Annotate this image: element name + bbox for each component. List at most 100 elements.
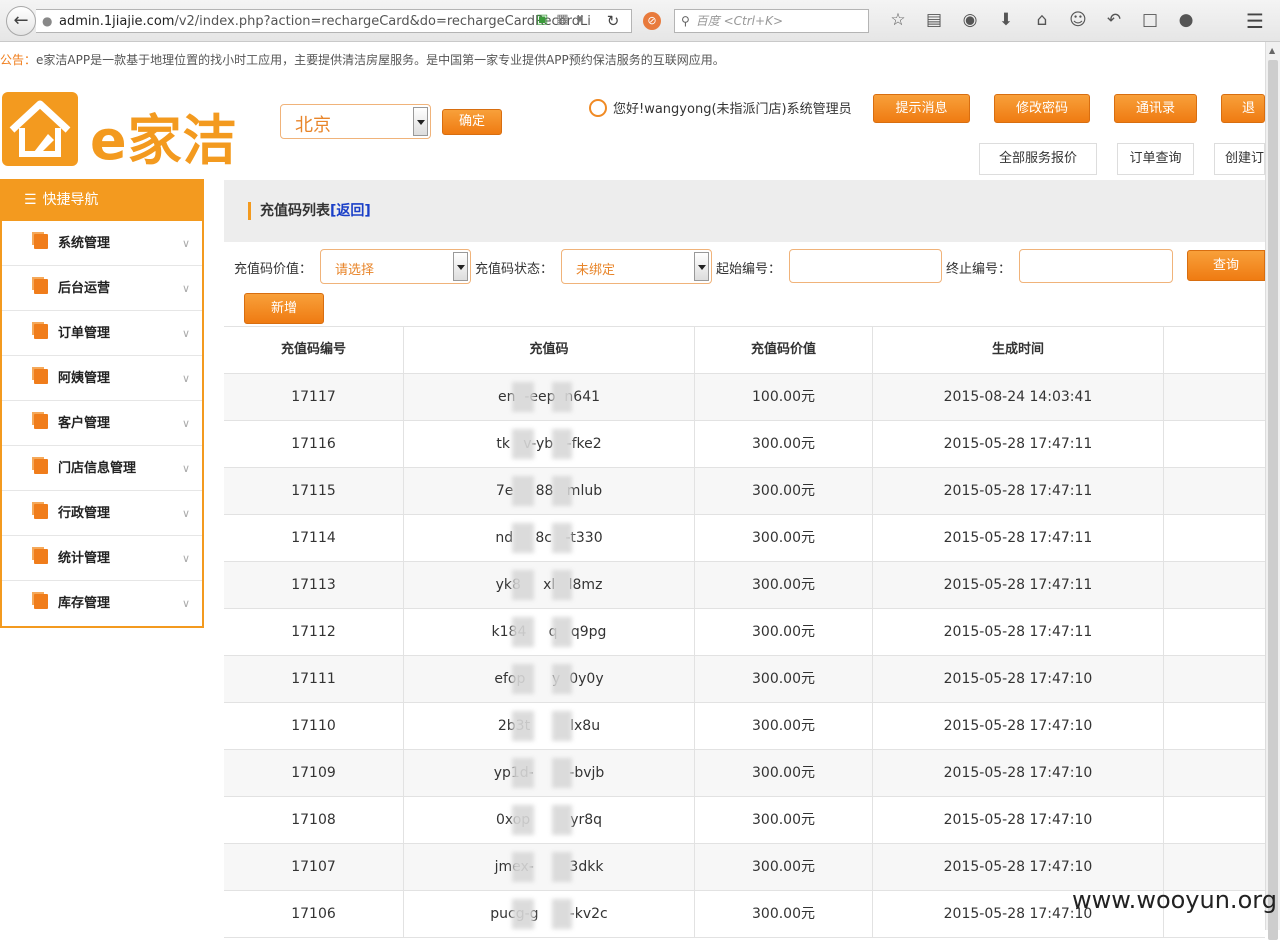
- action-cell[interactable]: [1164, 515, 1265, 561]
- end-number-input[interactable]: [1019, 249, 1173, 283]
- chevron-down-icon: ∨: [181, 327, 190, 340]
- logo-text: e家洁: [90, 109, 238, 172]
- house-broom-icon: [2, 92, 78, 166]
- action-cell[interactable]: [1164, 468, 1265, 514]
- action-cell[interactable]: [1164, 562, 1265, 608]
- created-time-cell: 2015-05-28 17:47:11: [873, 562, 1164, 608]
- code-value-cell: 300.00元: [695, 656, 873, 702]
- redaction-mask: [552, 805, 572, 835]
- toolbar-icons: ☆ ▤ ◉ ⬇ ⌂ ☺ ↶ □ ●: [880, 10, 1204, 30]
- sidebar-item-orders[interactable]: 订单管理 ∨: [2, 311, 202, 356]
- content-header: 充值码列表[返回]: [224, 180, 1265, 242]
- start-number-input[interactable]: [789, 249, 942, 283]
- code-cell: en -eep n641: [404, 374, 695, 420]
- sidebar-item-inventory[interactable]: 库存管理 ∨: [2, 581, 202, 626]
- create-order-button[interactable]: 创建订单: [1214, 143, 1265, 175]
- reading-list-icon[interactable]: ▤: [916, 10, 952, 30]
- sidebar-item-label: 统计管理: [58, 551, 111, 566]
- value-filter-label: 充值码价值：: [234, 262, 313, 277]
- search-placeholder: 百度 <Ctrl+K>: [695, 14, 783, 28]
- chat-icon[interactable]: ☺: [1060, 10, 1096, 30]
- notice-bar: 公告：e家洁APP是一款基于地理位置的找小时工应用，主要提供清洁房屋服务。是中国…: [0, 50, 1265, 70]
- messages-button[interactable]: 提示消息: [873, 94, 970, 123]
- undo-icon[interactable]: ↶: [1096, 10, 1132, 30]
- confirm-city-button[interactable]: 确定: [442, 109, 502, 135]
- logout-button[interactable]: 退出: [1221, 94, 1265, 123]
- sidebar-item-stores[interactable]: 门店信息管理 ∨: [2, 446, 202, 491]
- service-prices-button[interactable]: 全部服务报价: [979, 143, 1097, 175]
- redaction-mask: [512, 664, 534, 694]
- code-cell: pucg-g -kv2c: [404, 891, 695, 937]
- code-id-cell: 17109: [224, 750, 404, 796]
- status-select[interactable]: 未绑定: [561, 249, 712, 284]
- action-cell[interactable]: [1164, 374, 1265, 420]
- code-value-cell: 300.00元: [695, 750, 873, 796]
- sidebar-item-statistics[interactable]: 统计管理 ∨: [2, 536, 202, 581]
- home-icon[interactable]: ⌂: [1024, 10, 1060, 30]
- sidebar-item-customers[interactable]: 客户管理 ∨: [2, 401, 202, 446]
- created-time-cell: 2015-05-28 17:47:10: [873, 703, 1164, 749]
- star-icon[interactable]: ☆: [880, 10, 916, 30]
- table-row: 17117 en -eep n641 100.00元 2015-08-24 14:03…: [224, 374, 1265, 421]
- created-time-cell: 2015-05-28 17:47:10: [873, 797, 1164, 843]
- scrollbar-thumb[interactable]: [1268, 60, 1278, 940]
- back-arrow-icon[interactable]: ←: [6, 6, 36, 36]
- code-cell: 0xop yr8q: [404, 797, 695, 843]
- code-cell: nd 8c -t330: [404, 515, 695, 561]
- chevron-down-icon: ∨: [181, 462, 190, 475]
- crop-icon[interactable]: □: [1132, 10, 1168, 30]
- hamburger-menu-icon[interactable]: ☰: [1246, 9, 1264, 33]
- action-cell[interactable]: [1164, 656, 1265, 702]
- action-cell[interactable]: [1164, 797, 1265, 843]
- column-header[interactable]: [1164, 327, 1265, 373]
- add-button[interactable]: 新增: [244, 293, 324, 324]
- city-select[interactable]: 北京: [280, 104, 431, 139]
- download-icon[interactable]: ⬇: [988, 10, 1024, 30]
- code-value-cell: 300.00元: [695, 703, 873, 749]
- pocket-icon[interactable]: ◉: [952, 10, 988, 30]
- action-cell[interactable]: [1164, 421, 1265, 467]
- reload-icon[interactable]: ↻: [601, 9, 625, 33]
- sidebar-item-system[interactable]: 系统管理 ∨: [2, 221, 202, 266]
- change-password-button[interactable]: 修改密码: [994, 94, 1090, 123]
- speech-icon[interactable]: ●: [1168, 10, 1204, 30]
- order-query-button[interactable]: 订单查询: [1117, 143, 1194, 175]
- query-button[interactable]: 查询: [1187, 250, 1265, 281]
- table-row: 17109 yp1d- -bvjb 300.00元 2015-05-28 17:47:…: [224, 750, 1265, 797]
- action-cell[interactable]: [1164, 703, 1265, 749]
- document-icon: [34, 234, 48, 249]
- action-cell[interactable]: [1164, 844, 1265, 890]
- document-icon: [34, 279, 48, 294]
- document-icon: [34, 414, 48, 429]
- vertical-scrollbar[interactable]: ▲: [1265, 42, 1280, 940]
- sidebar-item-admin[interactable]: 行政管理 ∨: [2, 491, 202, 536]
- user-icon: [589, 99, 607, 117]
- block-icon[interactable]: ⊘: [643, 12, 661, 30]
- redaction-mask: [512, 570, 534, 600]
- contacts-button[interactable]: 通讯录: [1114, 94, 1197, 123]
- back-link[interactable]: [返回]: [330, 203, 371, 219]
- column-header[interactable]: 充值码: [404, 327, 695, 373]
- document-icon: [34, 459, 48, 474]
- code-value-cell: 300.00元: [695, 421, 873, 467]
- code-value-cell: 300.00元: [695, 844, 873, 890]
- sidebar-item-aunties[interactable]: 阿姨管理 ∨: [2, 356, 202, 401]
- sidebar-item-operations[interactable]: 后台运营 ∨: [2, 266, 202, 311]
- code-id-cell: 17113: [224, 562, 404, 608]
- value-select[interactable]: 请选择: [320, 249, 471, 284]
- code-value-cell: 300.00元: [695, 562, 873, 608]
- logo[interactable]: e家洁: [2, 92, 274, 172]
- notice-text: e家洁APP是一款基于地理位置的找小时工应用，主要提供清洁房屋服务。是中国第一家…: [36, 53, 725, 67]
- search-input[interactable]: ⚲ 百度 <Ctrl+K>: [674, 9, 869, 33]
- scroll-up-icon[interactable]: ▲: [1269, 46, 1275, 55]
- chevron-down-icon: [453, 252, 468, 281]
- redaction-mask: [512, 429, 534, 459]
- column-header[interactable]: 生成时间: [873, 327, 1164, 373]
- action-cell[interactable]: [1164, 609, 1265, 655]
- action-cell[interactable]: [1164, 750, 1265, 796]
- url-bar-icons: ▣▦▾: [536, 12, 592, 27]
- column-header[interactable]: 充值码价值: [695, 327, 873, 373]
- document-icon: [34, 369, 48, 384]
- column-header[interactable]: 充值码编号: [224, 327, 404, 373]
- redaction-mask: [552, 476, 572, 506]
